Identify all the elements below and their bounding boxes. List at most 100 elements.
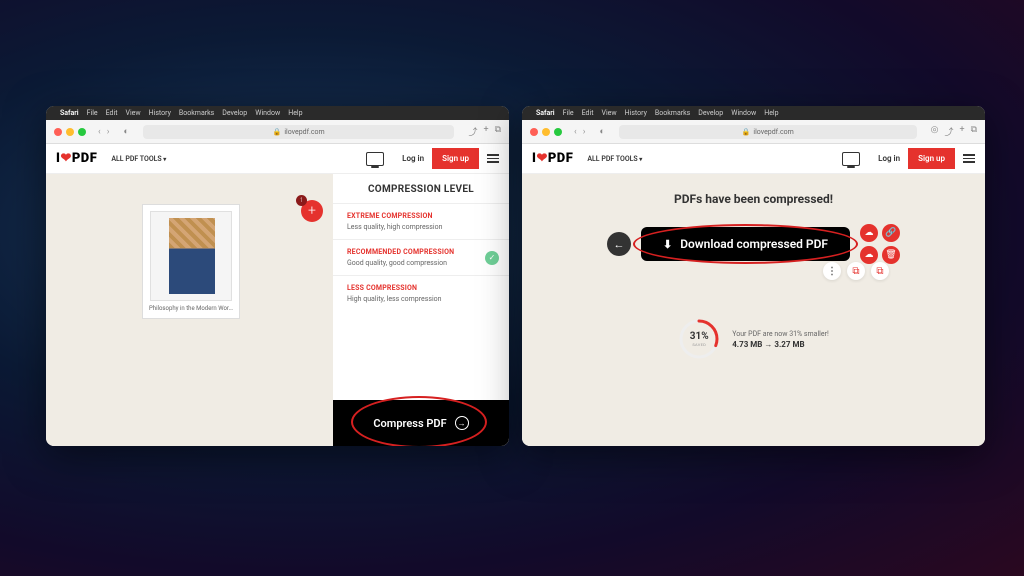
maximize-window-icon[interactable] bbox=[78, 128, 86, 136]
arrow-right-icon: → bbox=[455, 416, 469, 430]
shield-icon[interactable]: ◐ bbox=[123, 126, 128, 137]
menu-edit[interactable]: Edit bbox=[106, 109, 118, 117]
nav-arrows: ‹ › bbox=[572, 127, 587, 137]
site-header: I❤PDF ALL PDF TOOLS Log in Sign up bbox=[522, 144, 985, 174]
menubar-app[interactable]: Safari bbox=[536, 109, 555, 117]
share-icon[interactable]: ⤴ bbox=[944, 125, 953, 138]
back-icon[interactable]: ‹ bbox=[572, 127, 579, 137]
reader-icon[interactable]: ◎ bbox=[931, 125, 939, 138]
add-file-button[interactable]: + 1 bbox=[301, 200, 323, 222]
menu-window[interactable]: Window bbox=[731, 109, 756, 117]
download-icon: ⬇ bbox=[663, 238, 672, 251]
all-tools-dropdown[interactable]: ALL PDF TOOLS bbox=[587, 155, 642, 163]
tabs-icon[interactable]: ⧉ bbox=[971, 125, 977, 138]
level-extreme[interactable]: EXTREME COMPRESSION Less quality, high c… bbox=[333, 203, 509, 239]
lock-icon: 🔒 bbox=[273, 128, 282, 136]
compress-button-wrap: Compress PDF → bbox=[333, 400, 509, 446]
back-icon[interactable]: ‹ bbox=[96, 127, 103, 137]
download-row: ← ⬇ Download compressed PDF ☁ 🔗 ☁ 🗑 bbox=[522, 224, 985, 264]
stats-sizes: 4.73 MB → 3.27 MB bbox=[732, 340, 829, 349]
plus-icon: + bbox=[308, 203, 316, 219]
saved-label: SAVED bbox=[692, 342, 706, 347]
url-bar[interactable]: 🔒 ilovepdf.com bbox=[143, 125, 455, 139]
menu-develop[interactable]: Develop bbox=[222, 109, 247, 117]
minimize-window-icon[interactable] bbox=[66, 128, 74, 136]
close-window-icon[interactable] bbox=[54, 128, 62, 136]
signup-button[interactable]: Sign up bbox=[432, 148, 479, 169]
close-window-icon[interactable] bbox=[530, 128, 538, 136]
menu-window[interactable]: Window bbox=[255, 109, 280, 117]
device-icon[interactable] bbox=[366, 152, 384, 166]
traffic-lights[interactable] bbox=[54, 128, 86, 136]
cloud-save-icon[interactable]: ☁ bbox=[860, 224, 878, 242]
secondary-actions: ⋮ ⧉ ⧉ bbox=[823, 262, 889, 280]
share-icon[interactable]: ⤴ bbox=[468, 125, 477, 138]
url-text: ilovepdf.com bbox=[753, 128, 793, 136]
safari-toolbar: ‹ › ◐ 🔒 ilovepdf.com ◎ ⤴ + ⧉ bbox=[522, 120, 985, 144]
menu-file[interactable]: File bbox=[563, 109, 574, 117]
toolbar-right: ⤴ + ⧉ bbox=[468, 125, 501, 138]
file-count-badge: 1 bbox=[296, 195, 307, 206]
menu-help[interactable]: Help bbox=[288, 109, 302, 117]
level-recommended[interactable]: RECOMMENDED COMPRESSION Good quality, go… bbox=[333, 239, 509, 275]
download-button[interactable]: ⬇ Download compressed PDF bbox=[641, 227, 850, 261]
tabs-icon[interactable]: ⧉ bbox=[495, 125, 501, 138]
stats-text: Your PDF are now 31% smaller! 4.73 MB → … bbox=[732, 330, 829, 349]
menubar-app[interactable]: Safari bbox=[60, 109, 79, 117]
safari-toolbar: ‹ › ◐ 🔒 ilovepdf.com ⤴ + ⧉ bbox=[46, 120, 509, 144]
menu-bookmarks[interactable]: Bookmarks bbox=[655, 109, 690, 117]
share-actions: ☁ 🔗 ☁ 🗑 bbox=[860, 224, 900, 264]
compress-button[interactable]: Compress PDF → bbox=[333, 400, 509, 446]
new-tab-icon[interactable]: + bbox=[959, 125, 964, 138]
menu-bookmarks[interactable]: Bookmarks bbox=[179, 109, 214, 117]
device-icon[interactable] bbox=[842, 152, 860, 166]
forward-icon[interactable]: › bbox=[581, 127, 588, 137]
menu-develop[interactable]: Develop bbox=[698, 109, 723, 117]
check-icon: ✓ bbox=[485, 251, 499, 265]
heart-icon: ❤ bbox=[536, 151, 547, 166]
success-title: PDFs have been compressed! bbox=[522, 174, 985, 206]
menu-history[interactable]: History bbox=[625, 109, 647, 117]
signup-button[interactable]: Sign up bbox=[908, 148, 955, 169]
macos-menubar: Safari File Edit View History Bookmarks … bbox=[522, 106, 985, 120]
more-icon[interactable]: ⋮ bbox=[823, 262, 841, 280]
maximize-window-icon[interactable] bbox=[554, 128, 562, 136]
site-logo[interactable]: I❤PDF bbox=[532, 151, 573, 166]
hamburger-icon[interactable] bbox=[963, 154, 975, 163]
split-icon[interactable]: ⧉ bbox=[847, 262, 865, 280]
file-thumbnail bbox=[150, 211, 232, 301]
site-header: I❤PDF ALL PDF TOOLS Log in Sign up bbox=[46, 144, 509, 174]
file-card[interactable]: Philosophy in the Modern Worl... bbox=[142, 204, 240, 319]
safari-window-result: Safari File Edit View History Bookmarks … bbox=[522, 106, 985, 446]
arrow-left-icon: ← bbox=[613, 238, 624, 251]
toolbar-right: ◎ ⤴ + ⧉ bbox=[931, 125, 977, 138]
menu-edit[interactable]: Edit bbox=[582, 109, 594, 117]
nav-arrows: ‹ › bbox=[96, 127, 111, 137]
merge-icon[interactable]: ⧉ bbox=[871, 262, 889, 280]
login-button[interactable]: Log in bbox=[394, 150, 432, 167]
stats-line: Your PDF are now 31% smaller! bbox=[732, 330, 829, 338]
level-less[interactable]: LESS COMPRESSION High quality, less comp… bbox=[333, 275, 509, 311]
panel-title: COMPRESSION LEVEL bbox=[333, 174, 509, 203]
traffic-lights[interactable] bbox=[530, 128, 562, 136]
menu-history[interactable]: History bbox=[149, 109, 171, 117]
heart-icon: ❤ bbox=[60, 151, 71, 166]
url-bar[interactable]: 🔒 ilovepdf.com bbox=[619, 125, 917, 139]
hamburger-icon[interactable] bbox=[487, 154, 499, 163]
menu-view[interactable]: View bbox=[601, 109, 616, 117]
menu-file[interactable]: File bbox=[87, 109, 98, 117]
forward-icon[interactable]: › bbox=[105, 127, 112, 137]
login-button[interactable]: Log in bbox=[870, 150, 908, 167]
content-area: PDFs have been compressed! ← ⬇ Download … bbox=[522, 174, 985, 446]
back-button[interactable]: ← bbox=[607, 232, 631, 256]
new-tab-icon[interactable]: + bbox=[483, 125, 488, 138]
minimize-window-icon[interactable] bbox=[542, 128, 550, 136]
site-logo[interactable]: I❤PDF bbox=[56, 151, 97, 166]
savings-gauge: 31% SAVED bbox=[678, 318, 720, 360]
menu-view[interactable]: View bbox=[125, 109, 140, 117]
shield-icon[interactable]: ◐ bbox=[599, 126, 604, 137]
macos-menubar: Safari File Edit View History Bookmarks … bbox=[46, 106, 509, 120]
all-tools-dropdown[interactable]: ALL PDF TOOLS bbox=[111, 155, 166, 163]
link-icon[interactable]: 🔗 bbox=[882, 224, 900, 242]
menu-help[interactable]: Help bbox=[764, 109, 778, 117]
